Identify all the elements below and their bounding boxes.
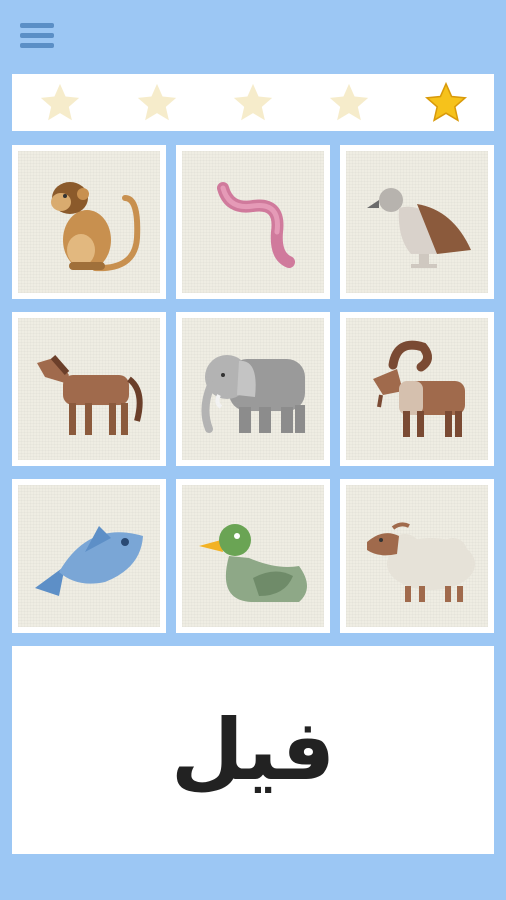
star-5[interactable]	[423, 80, 469, 126]
star-rating	[12, 74, 494, 131]
tile-monkey[interactable]	[12, 145, 166, 299]
fish-icon	[35, 526, 143, 596]
duck-icon	[199, 524, 307, 602]
tile-worm[interactable]	[176, 145, 330, 299]
tile-fish[interactable]	[12, 479, 166, 633]
tile-duck[interactable]	[176, 479, 330, 633]
star-1[interactable]	[37, 80, 83, 126]
tile-horse[interactable]	[12, 312, 166, 466]
vulture-icon	[367, 188, 471, 268]
worm-icon	[217, 182, 295, 268]
star-2[interactable]	[134, 80, 180, 126]
elephant-icon	[201, 355, 305, 433]
menu-icon[interactable]	[20, 23, 54, 53]
goat-icon	[373, 340, 465, 437]
sheep-icon	[367, 522, 475, 602]
target-word: فيل	[170, 701, 336, 799]
word-card: فيل	[12, 646, 494, 854]
tile-sheep[interactable]	[340, 479, 494, 633]
animal-grid	[12, 145, 494, 633]
monkey-icon	[51, 182, 141, 272]
tile-goat[interactable]	[340, 312, 494, 466]
star-4[interactable]	[326, 80, 372, 126]
tile-vulture[interactable]	[340, 145, 494, 299]
star-3[interactable]	[230, 80, 276, 126]
horse-icon	[37, 355, 143, 435]
tile-elephant[interactable]	[176, 312, 330, 466]
